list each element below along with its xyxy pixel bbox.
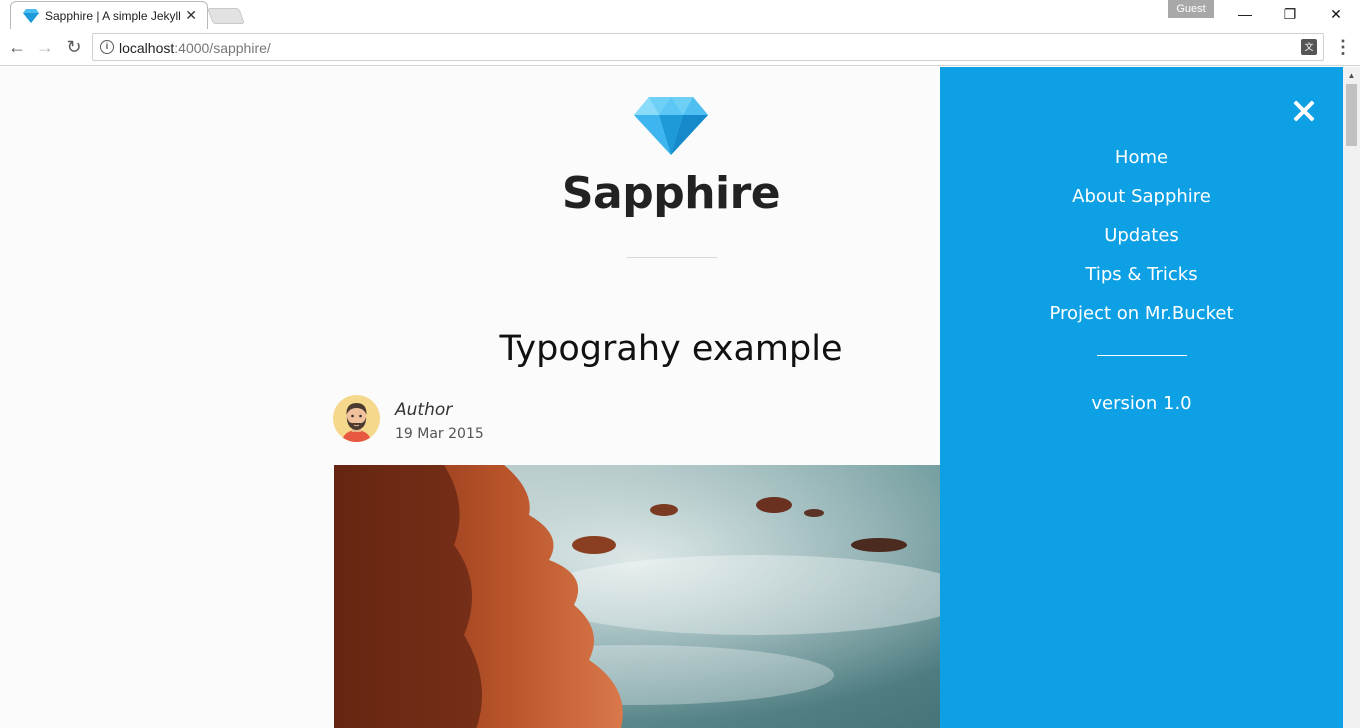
sidebar-nav: Home About Sapphire Updates Tips & Trick… <box>940 145 1343 340</box>
translate-icon[interactable]: 文 <box>1301 39 1317 55</box>
site-title[interactable]: Sapphire <box>471 168 871 219</box>
browser-tab[interactable]: Sapphire | A simple Jekyll ✕ <box>10 1 208 29</box>
reload-button[interactable]: ↻ <box>62 35 86 59</box>
sidebar-menu: Home About Sapphire Updates Tips & Trick… <box>940 67 1343 728</box>
browser-menu-icon[interactable]: ⋮ <box>1334 36 1352 58</box>
version-label: version 1.0 <box>1091 393 1192 414</box>
info-icon[interactable]: i <box>100 40 114 54</box>
new-tab-button[interactable] <box>207 8 245 24</box>
window-close-button[interactable]: ✕ <box>1313 0 1359 28</box>
scrollbar-thumb[interactable] <box>1346 84 1357 146</box>
browser-toolbar: ← → ↻ i localhost:4000/sapphire/ 文 ⋮ <box>0 29 1360 66</box>
scroll-up-arrow-icon[interactable]: ▲ <box>1343 67 1360 84</box>
post-date: 19 Mar 2015 <box>395 426 484 442</box>
tab-title: Sapphire | A simple Jekyll <box>45 9 181 23</box>
sidebar-item-tips: Tips & Tricks <box>940 262 1343 301</box>
back-button[interactable]: ← <box>5 35 29 59</box>
tab-close-icon[interactable]: ✕ <box>185 7 197 23</box>
nav-link-tips[interactable]: Tips & Tricks <box>1085 264 1197 285</box>
sidebar-item-home: Home <box>940 145 1343 184</box>
close-icon[interactable] <box>1290 97 1318 125</box>
avatar <box>333 395 380 442</box>
tab-strip: Sapphire | A simple Jekyll ✕ Guest — ❐ ✕ <box>0 0 1360 29</box>
post-title[interactable]: Typograhy example <box>371 329 971 369</box>
nav-link-home[interactable]: Home <box>1115 147 1168 168</box>
nav-link-updates[interactable]: Updates <box>1104 225 1179 246</box>
diamond-icon <box>23 9 39 23</box>
author-name[interactable]: Author <box>395 400 452 420</box>
title-divider <box>627 257 717 258</box>
forward-button[interactable]: → <box>33 35 57 59</box>
restore-button[interactable]: ❐ <box>1267 0 1313 28</box>
profile-badge[interactable]: Guest <box>1168 0 1214 18</box>
page-viewport: Sapphire Typograhy example Author 19 Mar… <box>0 67 1343 728</box>
diamond-icon <box>634 97 708 155</box>
minimize-button[interactable]: — <box>1222 0 1268 28</box>
sidebar-item-updates: Updates <box>940 223 1343 262</box>
address-bar[interactable]: i localhost:4000/sapphire/ 文 <box>92 33 1324 61</box>
hero-image <box>334 465 1010 728</box>
nav-link-project[interactable]: Project on Mr.Bucket <box>1049 303 1233 324</box>
url-text[interactable]: localhost:4000/sapphire/ <box>119 40 271 56</box>
sidebar-item-project: Project on Mr.Bucket <box>940 301 1343 340</box>
page-scrollbar[interactable]: ▲ <box>1343 67 1360 728</box>
nav-link-about[interactable]: About Sapphire <box>1072 186 1211 207</box>
sidebar-item-about: About Sapphire <box>940 184 1343 223</box>
menu-divider <box>1097 355 1187 356</box>
